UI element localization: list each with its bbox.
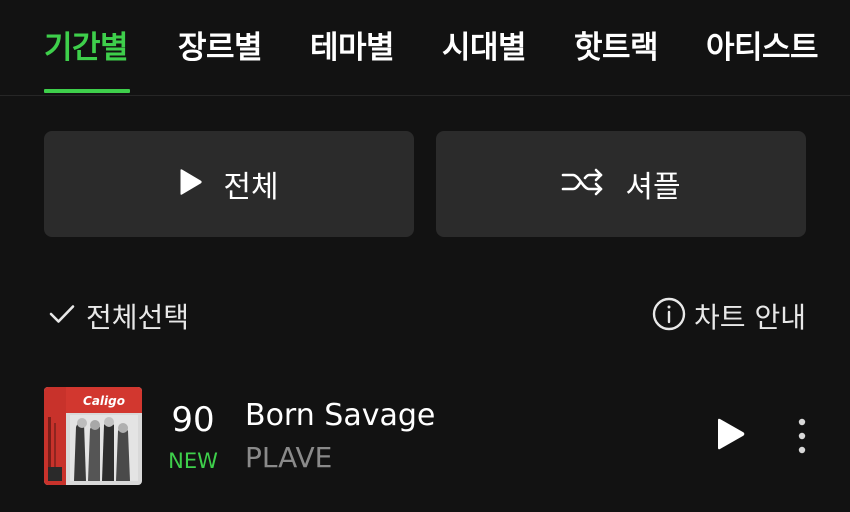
shuffle-icon [561,167,605,201]
tab-hot-track[interactable]: 핫트랙 [574,22,659,66]
track-artist[interactable]: PLAVE [245,441,332,474]
select-all-label: 전체선택 [86,301,190,334]
info-icon [652,297,686,335]
tab-theme[interactable]: 테마별 [310,22,395,66]
track-more-button[interactable] [790,416,814,456]
shuffle-label: 셔플 [625,170,681,205]
chart-screen: 기간별 장르별 테마별 시대별 핫트랙 아티스트 전체 셔플 전체선택 차트 안… [0,0,850,512]
chart-info-label: 차트 안내 [694,301,806,334]
more-vertical-icon [790,418,814,460]
new-badge: NEW [168,449,218,473]
category-tabs: 기간별 장르별 테마별 시대별 핫트랙 아티스트 [0,0,850,96]
album-art-image: Caligo [44,387,142,485]
tab-era[interactable]: 시대별 [442,22,527,66]
chart-info-button[interactable]: 차트 안내 [652,296,806,336]
track-play-button[interactable] [716,416,752,456]
tab-period[interactable]: 기간별 [44,22,129,66]
select-all-toggle[interactable]: 전체선택 [48,296,189,336]
play-all-label: 전체 [223,170,279,205]
album-art-logo: Caligo [83,394,125,408]
track-row[interactable]: Caligo 90 NEW Born Savage PLAVE [0,380,850,492]
shuffle-button[interactable]: 셔플 [436,131,806,237]
track-rank: 90 [171,400,215,440]
play-all-button[interactable]: 전체 [44,131,414,237]
track-title[interactable]: Born Savage [245,398,435,433]
play-icon [716,418,746,456]
active-tab-indicator [44,89,130,93]
checkmark-icon [48,302,76,330]
tab-genre[interactable]: 장르별 [178,22,263,66]
play-icon [179,167,203,201]
tab-artist[interactable]: 아티스트 [706,22,819,66]
album-art[interactable]: Caligo [44,387,142,485]
